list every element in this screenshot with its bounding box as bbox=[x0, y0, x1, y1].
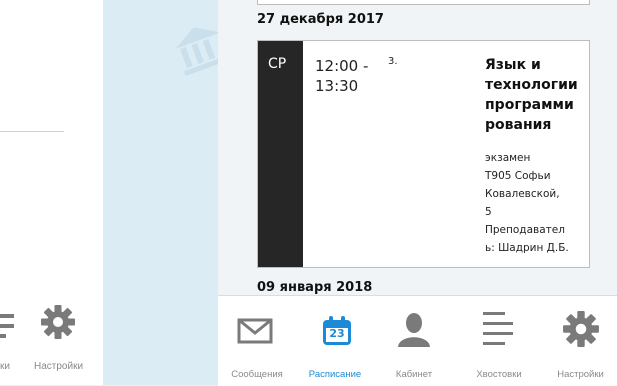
tab-label: Настройки bbox=[557, 369, 604, 380]
person-icon bbox=[398, 313, 430, 347]
tab-debts[interactable]: Хвостовки bbox=[454, 296, 544, 386]
tab-messages[interactable]: Сообщения bbox=[218, 296, 296, 386]
date-header: 09 января 2018 bbox=[257, 280, 373, 295]
gear-icon[interactable] bbox=[40, 304, 76, 345]
tab-label: Сообщения bbox=[231, 369, 283, 380]
background-strip bbox=[103, 0, 224, 385]
pair-number: 3. bbox=[388, 56, 398, 67]
weekday-column: СР bbox=[258, 41, 303, 267]
tab-settings[interactable]: Настройки bbox=[544, 296, 617, 386]
calendar-day: 23 bbox=[329, 327, 345, 340]
lesson-details: экзамен Т905 Софьи Ковалевской, 5 Препод… bbox=[485, 149, 585, 257]
tab-label[interactable]: ки bbox=[0, 361, 10, 372]
lesson-teacher: ь: Шадрин Д.Б. bbox=[485, 242, 569, 254]
gear-icon bbox=[563, 311, 599, 347]
envelope-icon bbox=[237, 318, 273, 344]
tab-schedule[interactable]: 23 Расписание bbox=[296, 296, 374, 386]
tab-settings-label[interactable]: Настройки bbox=[34, 361, 83, 372]
lesson-card[interactable]: СР 12:00 - 13:30 3. Язык и технологии пр… bbox=[257, 40, 590, 268]
lesson-subject: Язык и технологии программи рования bbox=[485, 57, 578, 133]
lesson-teacher-label: Преподавател bbox=[485, 224, 565, 236]
divider bbox=[0, 131, 64, 132]
lesson-time: 12:00 - 13:30 bbox=[315, 57, 369, 95]
left-screen-panel: ки Настройки bbox=[0, 0, 103, 385]
weekday-label: СР bbox=[268, 56, 287, 72]
calendar-icon: 23 bbox=[321, 315, 353, 347]
date-header: 27 декабря 2017 bbox=[257, 12, 384, 27]
tab-cabinet[interactable]: Кабинет bbox=[374, 296, 454, 386]
tab-label: Расписание bbox=[308, 369, 362, 380]
tab-label: Кабинет bbox=[395, 369, 433, 380]
lesson-address: Ковалевской, bbox=[485, 188, 560, 200]
previous-lesson-card bbox=[257, 0, 590, 5]
tab-bar: Сообщения 23 Расписание Кабинет Хвостовк… bbox=[218, 295, 617, 386]
list-icon bbox=[0, 314, 14, 338]
lesson-building: 5 bbox=[485, 206, 492, 218]
tab-label: Хвостовки bbox=[476, 369, 522, 380]
list-icon bbox=[483, 312, 513, 345]
lesson-type: экзамен bbox=[485, 152, 531, 164]
lesson-room: Т905 Софьи bbox=[485, 170, 551, 182]
